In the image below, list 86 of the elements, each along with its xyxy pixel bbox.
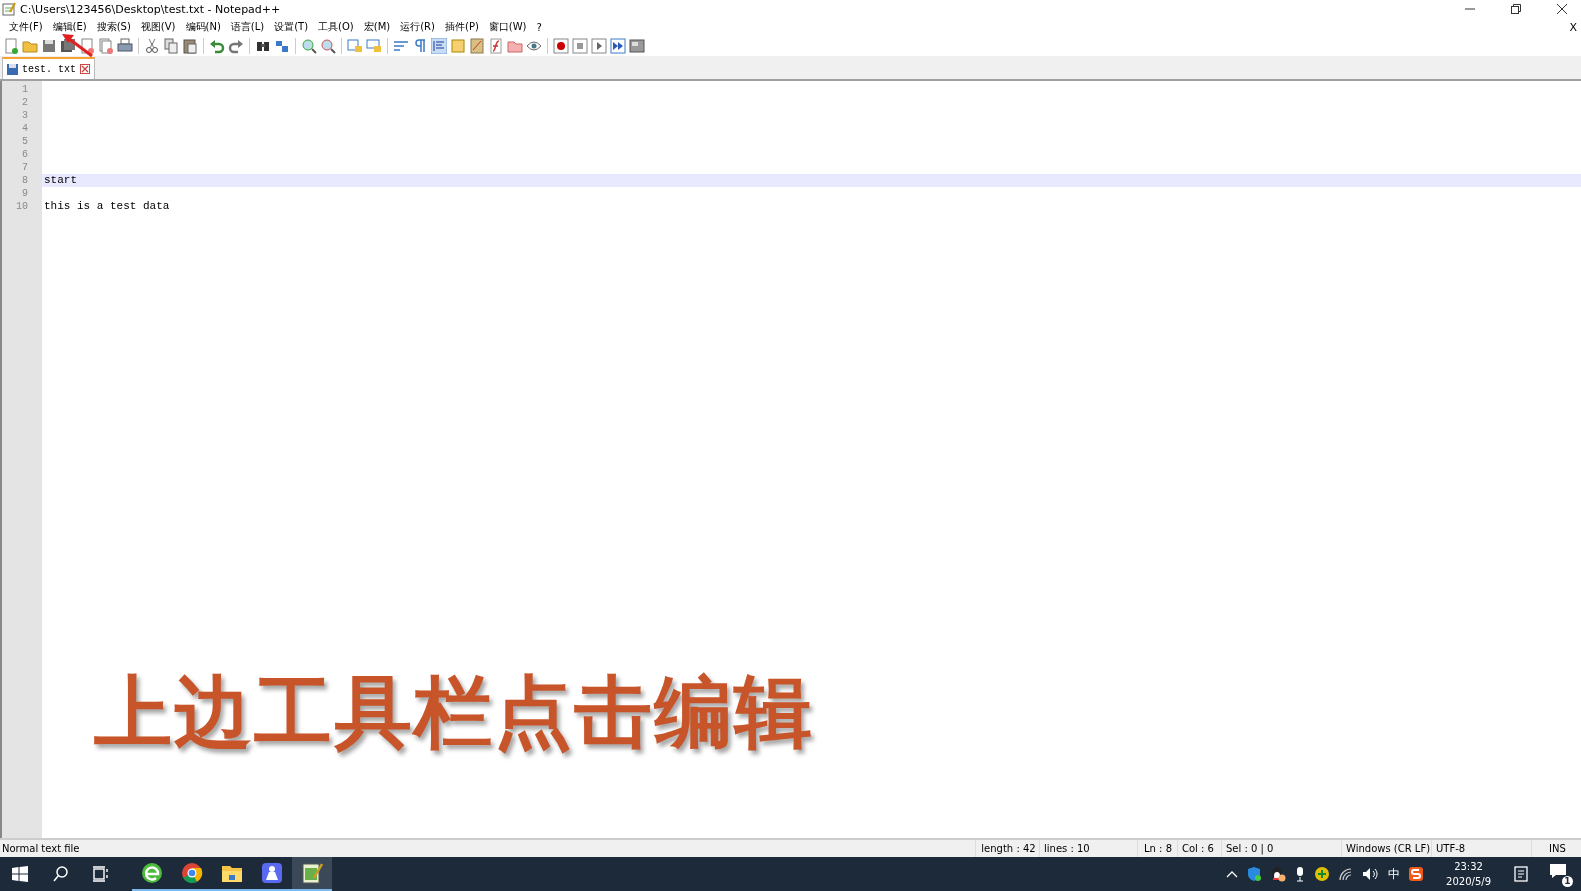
menu-item[interactable]: 搜索(S) [91,20,136,34]
windows-logo-icon[interactable] [12,866,28,882]
browser-icon [181,862,203,884]
replace-icon[interactable] [274,38,290,54]
insert-mode-text: INS [1549,843,1566,854]
column-position-text: Col : 6 [1182,843,1214,854]
line-number: 9 [22,188,28,199]
pilcrow-icon[interactable] [412,38,428,54]
task-view-icon[interactable] [92,865,110,883]
menu-item[interactable]: 文件(F) [4,20,48,34]
message-icon[interactable] [1549,863,1567,879]
globe-icon [141,862,163,884]
map-icon[interactable] [469,38,485,54]
zoom-out-icon[interactable] [320,38,336,54]
floppy-disks-icon[interactable] [60,38,76,54]
menu-item[interactable]: 语言(L) [225,20,270,34]
selection-text: Sel : 0 | 0 [1226,843,1274,854]
file-type-text: Normal text file [2,843,80,854]
line-number: 2 [22,97,28,108]
printer-icon[interactable] [117,38,133,54]
penguin-icon[interactable] [1270,866,1287,882]
folder-icon[interactable] [22,38,38,54]
redo-icon[interactable] [228,38,244,54]
menu-item[interactable]: 编辑(E) [47,20,92,34]
clock-date[interactable]: 2020/5/9 [1446,874,1491,889]
encoding-text: UTF-8 [1436,843,1466,854]
notes-icon[interactable] [1513,866,1529,882]
input-method-indicator[interactable]: 中 [1388,865,1401,883]
new-file-icon[interactable] [3,38,19,54]
line-number: 5 [22,136,28,147]
line-number: 4 [22,123,28,134]
line-number: 10 [16,201,28,212]
window-title: C:\Users\123456\Desktop\test.txt - Notepad++ [20,2,281,16]
function-icon[interactable] [488,38,504,54]
fast-forward-icon[interactable] [610,38,626,54]
restore-icon[interactable] [1511,4,1521,14]
caret-icon[interactable] [1226,870,1239,878]
close-icon[interactable] [1557,4,1567,14]
clock-time[interactable]: 23:32 [1454,859,1483,874]
person-app-icon [261,862,283,884]
close-file-icon[interactable] [79,38,95,54]
line-number: 6 [22,149,28,160]
menu-item[interactable]: 宏(M) [358,20,396,34]
taskbar-app-button[interactable] [292,857,332,891]
stop-icon[interactable] [572,38,588,54]
menu-item[interactable]: 设置(T) [269,20,314,34]
shield-icon[interactable] [1246,866,1263,882]
line-number: 7 [22,162,28,173]
menu-item[interactable]: 编码(N) [180,20,226,34]
notification-count-badge: 1 [1562,876,1573,887]
code-line: this is a test data [44,200,170,212]
file-tab[interactable]: test. txt [2,57,95,79]
code-line: start [44,174,77,186]
line-number: 8 [22,175,28,186]
caption-text: 上边工具栏点击编辑 [94,666,814,759]
line-position-text: Ln : 8 [1144,843,1172,854]
line-ending-text: Windows (CR LF) [1346,843,1431,854]
zoom-in-icon[interactable] [301,38,317,54]
menu-item[interactable]: ? [531,21,547,33]
menu-item[interactable]: 运行(R) [395,20,440,34]
length-text: length : 42 [981,843,1036,854]
close-document-button[interactable]: X [1569,20,1581,34]
menu-item[interactable]: 工具(O) [313,20,359,34]
copy-icon[interactable] [163,38,179,54]
lines-text: lines : 10 [1044,843,1090,854]
eye-icon[interactable] [526,38,542,54]
arrow-drawing [60,32,94,58]
paste-icon[interactable] [182,38,198,54]
play-icon[interactable] [591,38,607,54]
menu-item[interactable]: 视图(V) [135,20,181,34]
line-number: 1 [22,84,28,95]
line-number: 3 [22,110,28,121]
close-files-icon[interactable] [98,38,114,54]
menu-item[interactable]: 窗口(W) [483,20,532,34]
wrap-icon[interactable] [393,38,409,54]
search-icon[interactable] [52,865,70,883]
scissors-icon[interactable] [144,38,160,54]
undo-icon[interactable] [209,38,225,54]
save-macro-icon[interactable] [629,38,645,54]
sogou-icon[interactable] [1408,866,1425,882]
speaker-icon[interactable] [1362,867,1381,881]
plus-circle-icon[interactable] [1314,866,1331,882]
record-icon[interactable] [553,38,569,54]
menu-item[interactable]: 插件(P) [440,20,484,34]
notepad-icon [301,862,323,884]
folder-icon[interactable] [507,38,523,54]
